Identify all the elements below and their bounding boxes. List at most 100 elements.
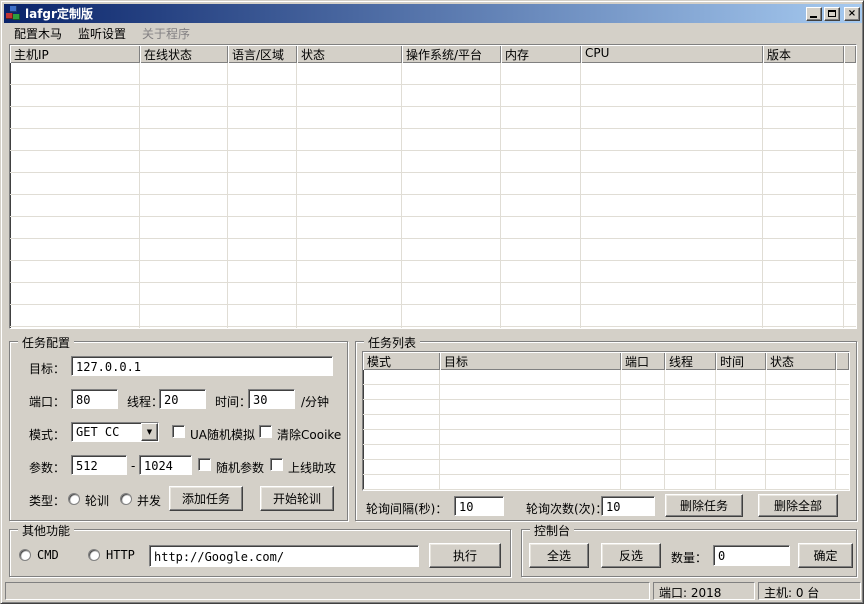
quantity-label: 数量： <box>671 549 707 566</box>
tasks-gridcol <box>440 370 621 490</box>
port-input[interactable] <box>71 389 118 409</box>
tasks-col-status[interactable]: 状态 <box>766 352 836 370</box>
ua-random-checkbox[interactable] <box>172 425 185 438</box>
menu-item-about: 关于程序 <box>134 23 198 44</box>
mode-dropdown-value: GET CC <box>72 425 141 439</box>
time-input[interactable] <box>248 389 295 409</box>
delete-task-button[interactable]: 删除任务 <box>665 494 743 517</box>
hosts-gridcol <box>763 63 844 328</box>
statusbar: 端口: 2018 主机: 0 台 <box>4 580 862 602</box>
mode-label: 模式： <box>29 426 65 443</box>
close-button[interactable]: × <box>844 7 860 21</box>
http-radio-label[interactable]: HTTP <box>106 548 135 562</box>
type-poll-radio[interactable] <box>68 493 80 505</box>
maximize-icon <box>828 10 836 17</box>
window-title: lafgr定制版 <box>25 5 93 22</box>
online-assist-checkbox-label[interactable]: 上线助攻 <box>288 459 336 476</box>
tasks-gridcol <box>716 370 766 490</box>
statusbar-panel-port: 端口: 2018 <box>653 582 755 600</box>
quantity-input[interactable] <box>713 545 790 566</box>
tasks-col-threads[interactable]: 线程 <box>665 352 716 370</box>
tasks-col-port[interactable]: 端口 <box>621 352 665 370</box>
close-icon: × <box>848 9 856 19</box>
poll-count-label: 轮询次数(次)： <box>526 500 607 517</box>
app-icon-cube-green <box>13 14 20 20</box>
task-list-group-title: 任务列表 <box>364 334 420 351</box>
add-task-button[interactable]: 添加任务 <box>169 486 243 511</box>
delete-all-button[interactable]: 删除全部 <box>758 494 838 517</box>
hosts-col-language-region[interactable]: 语言/区域 <box>228 45 297 63</box>
param-max-input[interactable] <box>139 455 192 475</box>
clear-cookie-checkbox[interactable] <box>259 425 272 438</box>
cmd-radio-label[interactable]: CMD <box>37 548 59 562</box>
mode-dropdown-button[interactable]: ▼ <box>141 423 158 441</box>
hosts-gridcol <box>228 63 297 328</box>
hosts-gridcol <box>297 63 402 328</box>
titlebar[interactable]: lafgr定制版 × <box>4 4 862 23</box>
time-unit-label: /分钟 <box>301 393 329 410</box>
params-label: 参数： <box>29 459 65 476</box>
select-all-button[interactable]: 全选 <box>529 543 589 568</box>
tasks-gridcol <box>665 370 716 490</box>
poll-count-input[interactable] <box>601 496 655 516</box>
random-params-checkbox[interactable] <box>198 458 211 471</box>
threads-input[interactable] <box>159 389 206 409</box>
start-poll-button[interactable]: 开始轮训 <box>260 486 334 511</box>
poll-interval-input[interactable] <box>454 496 504 516</box>
hosts-col-memory[interactable]: 内存 <box>501 45 581 63</box>
hosts-col-os-platform[interactable]: 操作系统/平台 <box>402 45 501 63</box>
clear-cookie-checkbox-label[interactable]: 清除Cooike <box>277 426 341 443</box>
target-input[interactable] <box>71 356 333 376</box>
target-label: 目标： <box>29 360 65 377</box>
minimize-icon <box>810 16 817 18</box>
maximize-button[interactable] <box>824 7 840 21</box>
hosts-listview[interactable]: 主机IP 在线状态 语言/区域 状态 操作系统/平台 内存 CPU 版本 <box>9 44 857 329</box>
tasks-col-target[interactable]: 目标 <box>440 352 621 370</box>
random-params-checkbox-label[interactable]: 随机参数 <box>216 459 264 476</box>
http-radio[interactable] <box>88 549 100 561</box>
tasks-gridcol <box>363 370 440 490</box>
param-min-input[interactable] <box>71 455 127 475</box>
hosts-col-version[interactable]: 版本 <box>763 45 844 63</box>
time-label: 时间： <box>215 393 251 410</box>
invert-selection-button[interactable]: 反选 <box>601 543 661 568</box>
type-concurrent-radio[interactable] <box>120 493 132 505</box>
statusbar-panel-main <box>5 582 650 600</box>
caption-buttons: × <box>806 7 860 21</box>
hosts-gridcol <box>10 63 140 328</box>
tasks-col-time[interactable]: 时间 <box>716 352 766 370</box>
hosts-col-status[interactable]: 状态 <box>297 45 402 63</box>
cmd-radio[interactable] <box>19 549 31 561</box>
tasks-listview[interactable]: 模式 目标 端口 线程 时间 状态 <box>362 351 850 491</box>
tasks-listview-body[interactable] <box>363 370 849 490</box>
hosts-gridcol <box>501 63 581 328</box>
ua-random-checkbox-label[interactable]: UA随机模拟 <box>190 426 255 443</box>
menu-item-configure-trojan[interactable]: 配置木马 <box>6 23 70 44</box>
url-input[interactable] <box>149 545 419 567</box>
hosts-gridcol <box>402 63 501 328</box>
hosts-gridcol <box>140 63 228 328</box>
menubar: 配置木马 监听设置 关于程序 <box>4 23 862 43</box>
hosts-col-online-status[interactable]: 在线状态 <box>140 45 228 63</box>
type-concurrent-radio-label[interactable]: 并发 <box>137 492 161 509</box>
hosts-listview-body[interactable] <box>10 63 856 328</box>
type-poll-radio-label[interactable]: 轮训 <box>85 492 109 509</box>
tasks-col-mode[interactable]: 模式 <box>363 352 440 370</box>
threads-label: 线程： <box>127 393 163 410</box>
app-window: lafgr定制版 × 配置木马 监听设置 关于程序 主机IP 在线状态 语言/区… <box>0 0 864 604</box>
statusbar-panel-hosts: 主机: 0 台 <box>758 582 861 600</box>
execute-button[interactable]: 执行 <box>429 543 501 568</box>
online-assist-checkbox[interactable] <box>270 458 283 471</box>
menu-item-listen-settings[interactable]: 监听设置 <box>70 23 134 44</box>
hosts-col-cpu[interactable]: CPU <box>581 45 763 63</box>
hosts-col-host-ip[interactable]: 主机IP <box>10 45 140 63</box>
tasks-listview-header: 模式 目标 端口 线程 时间 状态 <box>363 352 849 370</box>
poll-interval-label: 轮询间隔(秒)： <box>366 500 447 517</box>
confirm-button[interactable]: 确定 <box>798 543 853 568</box>
tasks-gridcol <box>621 370 665 490</box>
mode-dropdown[interactable]: GET CC ▼ <box>71 422 159 442</box>
minimize-button[interactable] <box>806 7 822 21</box>
port-label: 端口： <box>29 393 65 410</box>
app-icon <box>6 6 22 22</box>
hosts-col-filler <box>844 45 856 63</box>
